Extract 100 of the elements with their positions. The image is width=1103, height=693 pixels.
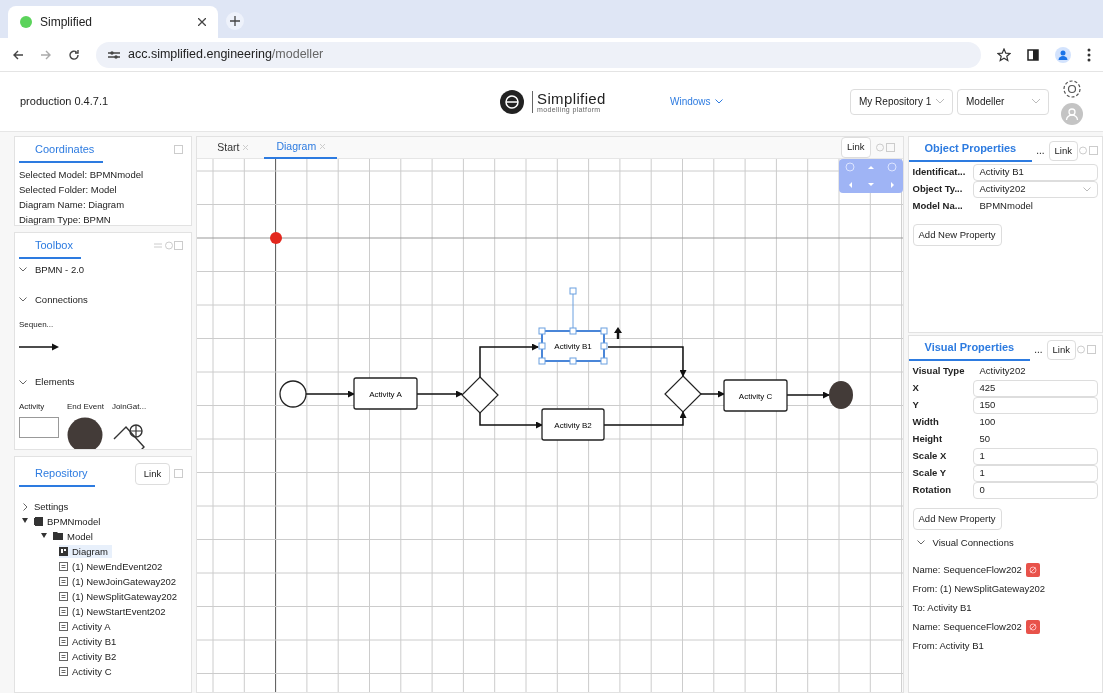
tree-item[interactable]: Activity C — [59, 664, 116, 678]
sequence-flow[interactable] — [479, 412, 544, 429]
property-label: Y — [912, 397, 920, 412]
profile-icon[interactable] — [1055, 46, 1071, 63]
sequence-flow[interactable] — [607, 346, 687, 377]
panel-tab[interactable]: Toolbox — [19, 233, 81, 259]
node-label: Activity A — [369, 389, 402, 399]
tree-item[interactable]: BPMNmodel — [34, 514, 105, 528]
property-field[interactable]: 0 — [972, 481, 1098, 499]
property-label: Scale Y — [912, 465, 948, 480]
editor-tab[interactable]: Diagram — [264, 136, 338, 159]
address-bar[interactable]: acc.simplified.engineering/modeller — [96, 41, 981, 68]
gateway[interactable] — [461, 376, 500, 414]
end-event-icon[interactable] — [67, 417, 103, 449]
activity-node[interactable] — [353, 377, 418, 410]
delete-icon[interactable] — [1025, 620, 1040, 634]
panel-tab[interactable]: Visual Properties — [908, 339, 1031, 361]
property-field[interactable]: 425 — [972, 379, 1098, 397]
object-icon — [59, 651, 68, 661]
settings-icon[interactable] — [1062, 78, 1082, 99]
object-icon — [59, 591, 68, 601]
arrow-icon[interactable] — [19, 343, 59, 351]
link-button[interactable]: Link — [1046, 339, 1076, 360]
add-property-button[interactable]: Add New Property — [912, 223, 1002, 246]
tree-item[interactable]: (1) NewSplitGateway202 — [59, 589, 182, 603]
sequence-flow[interactable] — [700, 390, 726, 398]
sequence-flow[interactable] — [479, 343, 540, 378]
chevron-down-icon — [936, 99, 944, 104]
link-button[interactable]: Link — [134, 462, 171, 485]
panel-tab[interactable]: Coordinates — [19, 137, 103, 163]
repository-select[interactable]: My Repository 1 — [850, 88, 953, 115]
section-label[interactable]: Visual Connections — [932, 535, 1014, 550]
tree-item[interactable]: Activity B2 — [59, 649, 121, 663]
sequence-flow[interactable] — [416, 390, 464, 398]
selection-handles[interactable] — [538, 287, 608, 365]
expanded-triangle-icon[interactable] — [41, 532, 47, 538]
activity-icon[interactable] — [19, 417, 59, 440]
link-button[interactable]: Link — [1048, 140, 1078, 161]
panel-tab[interactable]: Repository — [19, 461, 95, 487]
add-property-button[interactable]: Add New Property — [912, 507, 1002, 530]
gateway[interactable] — [664, 375, 703, 413]
property-field[interactable]: 1 — [972, 464, 1098, 482]
chevron-down-icon — [714, 99, 723, 104]
property-field[interactable]: Activity B1 — [972, 163, 1098, 181]
tree-item[interactable]: Activity B1 — [59, 634, 121, 648]
chevron-down-icon[interactable] — [19, 379, 27, 385]
property-label: Identificat... — [912, 164, 967, 179]
diagram-canvas[interactable]: Activity A Activity B1 Activity B2 Activity C — [197, 159, 903, 692]
tree-item[interactable]: Activity A — [59, 619, 115, 633]
up-arrow-icon[interactable] — [614, 327, 623, 339]
property-field[interactable]: 1 — [972, 447, 1098, 465]
property-label: Model Na... — [912, 198, 964, 213]
tree-item[interactable]: (1) NewStartEvent202 — [59, 604, 170, 618]
tree-item[interactable]: Model — [53, 529, 97, 543]
node-label: Activity B1 — [554, 342, 592, 351]
activity-node[interactable] — [723, 379, 788, 412]
chevron-down-icon[interactable] — [916, 540, 925, 546]
close-icon[interactable] — [198, 18, 206, 26]
reload-icon[interactable] — [68, 48, 80, 61]
property-field[interactable]: 150 — [972, 396, 1098, 414]
sequence-flow[interactable] — [305, 390, 356, 398]
activity-node[interactable] — [541, 330, 606, 362]
chevron-down-icon[interactable] — [19, 297, 27, 303]
windows-menu[interactable]: Windows — [670, 94, 850, 109]
start-event[interactable] — [279, 380, 307, 408]
property-value: 50 — [978, 431, 992, 446]
property-label: Height — [912, 431, 944, 446]
browser-tab[interactable]: Simplified — [8, 6, 218, 38]
editor-tab[interactable]: Start — [205, 136, 261, 159]
connection-text: From: (1) NewSplitGateway202 — [912, 581, 1046, 596]
mode-select[interactable]: Modeller — [957, 88, 1049, 115]
panel-tab[interactable]: Object Properties — [908, 140, 1033, 162]
property-select[interactable]: Activity202 — [972, 180, 1098, 198]
tree-item[interactable]: Diagram — [59, 544, 112, 558]
expanded-triangle-icon[interactable] — [22, 517, 28, 523]
back-icon[interactable] — [12, 48, 24, 61]
end-event[interactable] — [829, 381, 854, 409]
chevron-right-icon[interactable] — [22, 502, 28, 511]
version-text: production 0.4.7.1 — [20, 94, 110, 110]
sequence-flow[interactable] — [786, 391, 831, 399]
object-icon — [59, 666, 68, 676]
site-settings-icon[interactable] — [108, 49, 120, 60]
link-button[interactable]: Link — [841, 137, 871, 158]
info-text: Diagram Name: Diagram — [19, 197, 126, 212]
diagram-icon — [59, 546, 68, 556]
chevron-down-icon[interactable] — [19, 267, 27, 273]
property-label: Scale X — [912, 448, 948, 463]
section-label[interactable]: BPMN - 2.0 — [35, 262, 85, 277]
delete-icon[interactable] — [1025, 563, 1040, 577]
activity-node[interactable] — [541, 408, 605, 441]
new-tab-icon[interactable] — [226, 12, 244, 30]
section-label[interactable]: Connections — [35, 292, 88, 307]
more-icon[interactable] — [1087, 47, 1091, 62]
tree-item[interactable]: (1) NewEndEvent202 — [59, 559, 167, 573]
tree-item[interactable]: Settings — [34, 499, 73, 513]
tree-item[interactable]: (1) NewJoinGateway202 — [59, 574, 181, 588]
sequence-flow[interactable] — [603, 411, 687, 426]
side-panel-icon[interactable] — [1027, 48, 1039, 61]
section-label[interactable]: Elements — [35, 375, 75, 390]
star-icon[interactable] — [997, 47, 1011, 62]
